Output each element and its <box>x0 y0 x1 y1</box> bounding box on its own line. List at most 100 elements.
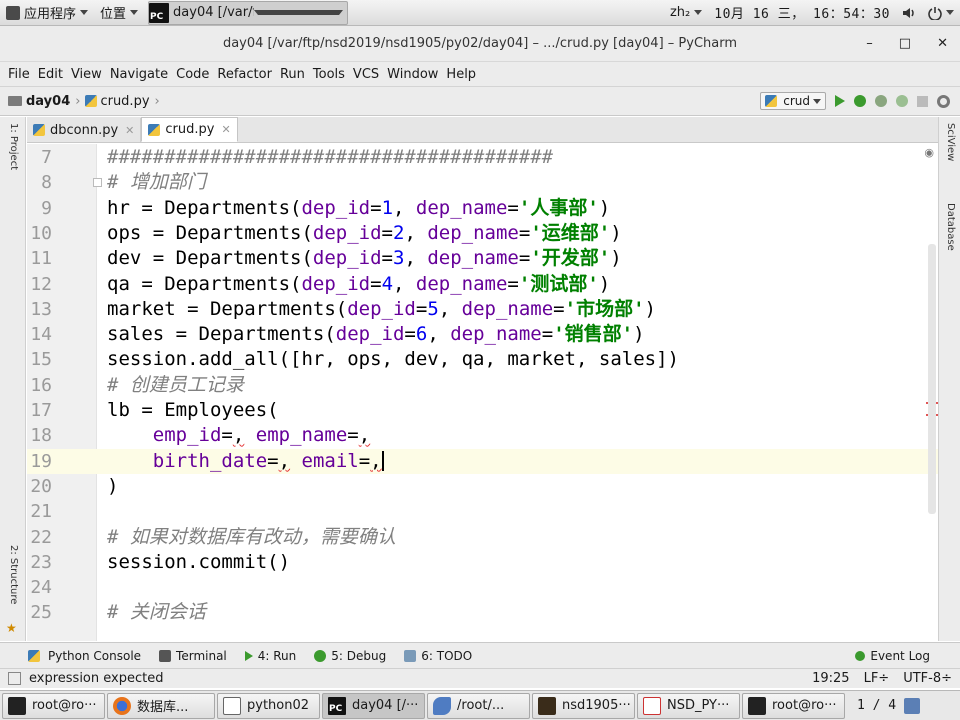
terminal-icon <box>748 696 766 715</box>
navigation-bar: day04 › crud.py › crud <box>0 86 960 116</box>
caret-position[interactable]: 19:25 <box>812 671 849 686</box>
sciview-tool-button[interactable]: SciView <box>944 123 956 161</box>
window-title-bar[interactable]: day04 [/var/ftp/nsd2019/nsd1905/py02/day… <box>0 26 960 62</box>
structure-tool-button[interactable]: 2: Structure <box>7 545 19 604</box>
profile-icon[interactable] <box>896 95 908 107</box>
event-log-button[interactable]: Event Log <box>855 649 960 663</box>
code-line: 12 qa = Departments(dep_id=4, dep_name='… <box>30 272 611 295</box>
fold-icon[interactable] <box>93 178 102 188</box>
task-firefox[interactable]: 数据库... <box>107 692 215 719</box>
database-tool-button[interactable]: Database <box>944 203 956 251</box>
python-file-icon <box>148 123 161 136</box>
task-root-folder[interactable]: /root/... <box>427 692 530 719</box>
editor-tabs: dbconn.py ✕ crud.py ✕ <box>27 117 938 143</box>
input-method-indicator[interactable]: zh₂ <box>664 0 708 26</box>
tab-crud[interactable]: crud.py ✕ <box>141 117 238 142</box>
close-button[interactable]: ✕ <box>937 36 948 51</box>
menu-edit[interactable]: Edit <box>34 67 67 82</box>
menu-code[interactable]: Code <box>172 67 213 82</box>
menu-window[interactable]: Window <box>383 67 442 82</box>
chevron-down-icon <box>130 10 139 15</box>
stop-icon[interactable] <box>917 95 928 107</box>
code-line: 11 dev = Departments(dep_id=3, dep_name=… <box>30 247 622 270</box>
system-top-bar: 应用程序 位置 PC day04 [/var/ftp/nsd2019/nsd19… <box>0 0 960 26</box>
python-file-icon <box>85 95 98 107</box>
close-icon[interactable]: ✕ <box>125 124 134 137</box>
debug-icon[interactable] <box>854 95 866 107</box>
places-menu[interactable]: 位置 <box>94 0 144 26</box>
menu-help[interactable]: Help <box>442 67 480 82</box>
menu-view[interactable]: View <box>67 67 106 82</box>
window-icon <box>223 696 241 715</box>
menu-file[interactable]: File <box>4 67 34 82</box>
left-tool-strip: 1: Project 2: Structure ★ <box>0 117 26 641</box>
tool-windows-toggle-icon[interactable] <box>8 672 21 685</box>
applications-menu[interactable]: 应用程序 <box>0 0 94 26</box>
task-python02[interactable]: python02 <box>217 692 320 719</box>
breadcrumb-separator-icon: › <box>75 93 81 109</box>
volume-icon[interactable] <box>896 0 922 26</box>
maximize-button[interactable]: □ <box>899 36 911 51</box>
chevron-down-icon <box>694 10 703 15</box>
code-line: 21 <box>30 501 52 523</box>
workspace-pager[interactable]: 1 / 4 <box>851 697 926 714</box>
window-title: day04 [/var/ftp/nsd2019/nsd1905/py02/day… <box>222 36 738 51</box>
vertical-scrollbar[interactable] <box>928 244 936 514</box>
python-console-icon <box>28 649 40 662</box>
menu-refactor[interactable]: Refactor <box>213 67 276 82</box>
menu-tools[interactable]: Tools <box>309 67 349 82</box>
chevron-down-icon <box>254 10 344 15</box>
todo-tool-button[interactable]: 6: TODO <box>404 649 472 663</box>
clock[interactable]: 10月 16 三， 16：54：30 <box>708 0 896 26</box>
menu-vcs[interactable]: VCS <box>349 67 383 82</box>
tab-dbconn[interactable]: dbconn.py ✕ <box>27 118 142 142</box>
firefox-icon <box>113 696 131 715</box>
task-terminal-root-2[interactable]: root@ro··· <box>742 692 845 719</box>
tool-window-bar: Python Console Terminal 4: Run 5: Debug … <box>0 642 960 668</box>
run-tool-button[interactable]: 4: Run <box>244 649 296 663</box>
document-icon <box>643 696 661 715</box>
run-configuration-select[interactable]: crud <box>760 92 826 110</box>
code-line: 16 # 创建员工记录 <box>30 373 244 396</box>
applications-icon <box>6 5 20 20</box>
code-editor[interactable]: ◉ 7 ####################################… <box>27 144 938 641</box>
pycharm-icon: PC <box>149 2 170 23</box>
settings-icon[interactable] <box>937 94 950 108</box>
file-encoding[interactable]: UTF-8÷ <box>903 671 952 686</box>
active-app-menu[interactable]: PC day04 [/var/ftp/nsd2019/nsd1905/py··· <box>148 0 349 25</box>
terminal-button[interactable]: Terminal <box>159 649 227 663</box>
task-nsd1905[interactable]: nsd1905··· <box>532 692 635 719</box>
task-terminal-root[interactable]: root@ro··· <box>2 692 105 719</box>
task-nsd-py[interactable]: NSD_PY··· <box>637 692 740 719</box>
line-separator[interactable]: LF÷ <box>864 671 890 686</box>
status-message: expression expected <box>29 671 164 686</box>
minimize-button[interactable]: – <box>866 36 873 51</box>
coverage-icon[interactable] <box>875 95 887 107</box>
file-manager-icon <box>433 696 451 715</box>
chevron-down-icon <box>946 10 954 15</box>
status-bar: expression expected 19:25 LF÷ UTF-8÷ <box>0 668 960 688</box>
favorites-icon[interactable]: ★ <box>6 621 17 635</box>
breadcrumb-project[interactable]: day04 <box>26 94 70 109</box>
todo-icon <box>404 649 417 662</box>
menu-bar: File Edit View Navigate Code Refactor Ru… <box>0 62 960 86</box>
code-line: 7 ######################################… <box>41 146 554 168</box>
terminal-icon <box>159 649 172 662</box>
run-icon <box>244 650 253 661</box>
folder-icon <box>8 96 22 106</box>
menu-navigate[interactable]: Navigate <box>106 67 172 82</box>
close-icon[interactable]: ✕ <box>221 123 230 136</box>
show-desktop-icon[interactable] <box>904 697 921 714</box>
project-tool-button[interactable]: 1: Project <box>7 123 19 170</box>
text-caret <box>381 451 384 472</box>
chevron-down-icon <box>813 98 821 104</box>
debug-tool-button[interactable]: 5: Debug <box>314 649 386 663</box>
breadcrumb-file[interactable]: crud.py <box>100 94 149 109</box>
task-pycharm[interactable]: PC day04 [/··· <box>322 692 425 719</box>
python-console-button[interactable]: Python Console <box>28 649 141 663</box>
menu-run[interactable]: Run <box>276 67 309 82</box>
python-file-icon <box>765 95 778 107</box>
run-icon[interactable] <box>835 95 845 107</box>
terminal-icon <box>8 696 26 715</box>
power-icon[interactable] <box>922 0 960 26</box>
